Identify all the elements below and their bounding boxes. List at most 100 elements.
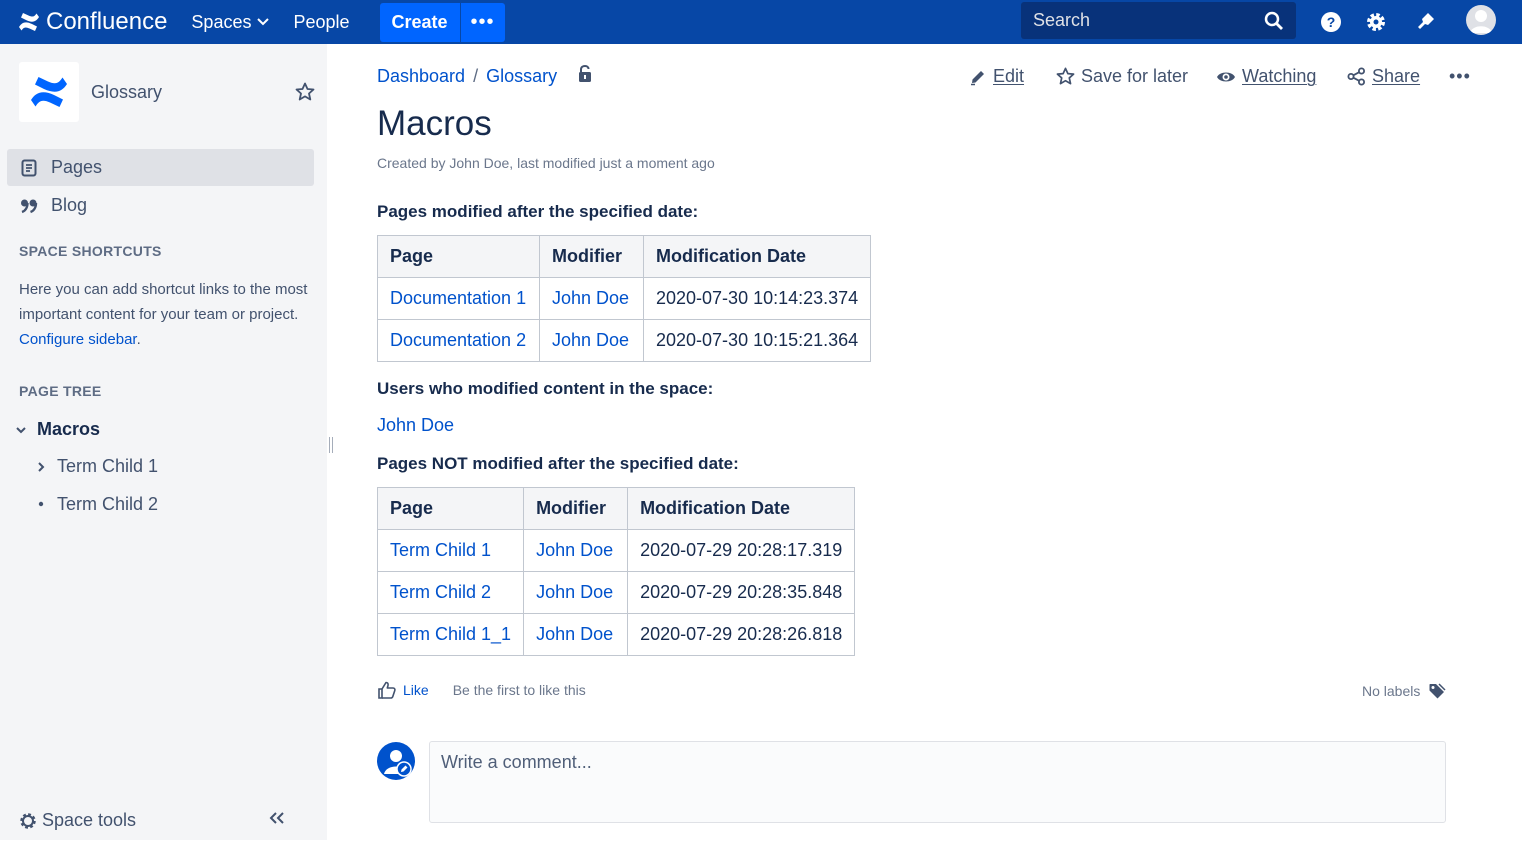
- page-tree-item-term-child-1[interactable]: Term Child 1: [36, 456, 158, 477]
- breadcrumb-glossary[interactable]: Glossary: [486, 66, 557, 87]
- star-outline-icon: [1056, 67, 1075, 85]
- double-chevron-left-icon: [269, 812, 284, 824]
- star-icon[interactable]: [295, 82, 315, 102]
- column-header-modifier: Modifier: [539, 235, 644, 278]
- watching-label: Watching: [1242, 66, 1317, 86]
- sidebar-item-pages[interactable]: Pages: [7, 149, 314, 186]
- search-icon: [1264, 11, 1283, 30]
- confluence-logo-icon: [19, 13, 39, 31]
- page-link[interactable]: Documentation 1: [390, 288, 526, 308]
- create-more-button[interactable]: •••: [459, 2, 505, 42]
- space-name[interactable]: Glossary: [91, 82, 295, 103]
- page-tree-item-term-child-2[interactable]: Term Child 2: [36, 494, 158, 515]
- create-button[interactable]: Create: [379, 2, 460, 42]
- thumbs-up-icon[interactable]: [377, 680, 397, 700]
- table-row: Term Child 1_1 John Doe 2020-07-29 20:28…: [376, 613, 856, 656]
- help-icon[interactable]: ?: [1319, 10, 1343, 34]
- people-link-label: People: [293, 11, 350, 32]
- modified-pages-table: Page Modifier Modification Date Document…: [377, 235, 872, 362]
- labels-area: No labels: [1362, 682, 1446, 700]
- page-link[interactable]: Term Child 2: [390, 582, 491, 602]
- chevron-down-icon: [257, 18, 270, 26]
- gear-icon: [20, 812, 36, 829]
- search-input[interactable]: Search: [1021, 2, 1296, 39]
- table-cell-page: Term Child 2: [376, 571, 525, 614]
- settings-icon[interactable]: [1364, 10, 1388, 34]
- search-placeholder: Search: [1033, 10, 1091, 30]
- not-modified-pages-table: Page Modifier Modification Date Term Chi…: [376, 487, 856, 656]
- user-link[interactable]: John Doe: [536, 624, 613, 644]
- page-link[interactable]: Term Child 1_1: [390, 624, 511, 644]
- chevron-right-icon[interactable]: [36, 461, 46, 473]
- share-icon: [1347, 67, 1365, 86]
- like-link[interactable]: Like: [403, 682, 429, 698]
- user-link[interactable]: John Doe: [536, 582, 613, 602]
- like-row: Like Be the first to like this: [377, 680, 586, 700]
- table-cell-modifier: John Doe: [523, 529, 629, 572]
- page-link[interactable]: Term Child 1: [390, 540, 491, 560]
- user-link[interactable]: John Doe: [536, 540, 613, 560]
- space-tools-label: Space tools: [42, 810, 137, 830]
- space-logo[interactable]: [19, 62, 79, 122]
- user-link[interactable]: John Doe: [552, 288, 629, 308]
- table-row: Documentation 2 John Doe 2020-07-30 10:1…: [377, 319, 872, 362]
- page-link[interactable]: Documentation 2: [390, 330, 526, 350]
- page-tree-item-macros[interactable]: Macros: [15, 419, 100, 440]
- sidebar-item-label: Pages: [51, 157, 103, 177]
- sidebar-resize-handle[interactable]: [329, 437, 333, 453]
- column-header-page: Page: [376, 487, 525, 530]
- create-more-label: •••: [470, 10, 495, 33]
- table-cell-modifier: John Doe: [523, 571, 629, 614]
- column-header-modification-date: Modification Date: [627, 487, 856, 530]
- confluence-logo-link[interactable]: Confluence: [18, 8, 167, 36]
- unlock-icon[interactable]: [577, 64, 593, 83]
- spaces-menu[interactable]: Spaces: [191, 11, 270, 33]
- comment-placeholder: Write a comment...: [441, 752, 592, 772]
- tree-item-label: Term Child 2: [57, 494, 159, 514]
- comment-input[interactable]: Write a comment...: [429, 741, 1446, 823]
- section-heading-not-modified: Pages NOT modified after the specified d…: [377, 454, 739, 473]
- tag-icon[interactable]: [1428, 682, 1446, 700]
- table-cell-page: Documentation 1: [377, 277, 540, 320]
- table-row: Term Child 2 John Doe 2020-07-29 20:28:3…: [376, 571, 856, 614]
- configure-sidebar-link[interactable]: Configure sidebar: [19, 331, 137, 348]
- user-link[interactable]: John Doe: [552, 330, 629, 350]
- tree-item-label: Macros: [37, 419, 101, 439]
- space-shortcuts-heading: SPACE SHORTCUTS: [19, 243, 162, 259]
- page-tree-heading: PAGE TREE: [19, 383, 102, 399]
- space-sidebar: Glossary Pages Blog SPACE SHORTCUTS Here…: [0, 44, 327, 840]
- table-cell-page: Term Child 1: [376, 529, 525, 572]
- spaces-menu-label: Spaces: [191, 11, 252, 32]
- no-labels-text: No labels: [1362, 683, 1421, 699]
- commenter-avatar: [377, 742, 415, 780]
- modifier-user-link[interactable]: John Doe: [377, 415, 454, 436]
- notifications-icon[interactable]: [1413, 10, 1437, 34]
- confluence-space-icon: [31, 77, 67, 107]
- page-byline: Created by John Doe, last modified just …: [377, 155, 715, 171]
- top-navigation-bar: Confluence Spaces People Create ••• Sear…: [0, 0, 1522, 44]
- share-button[interactable]: Share: [1347, 66, 1420, 87]
- chevron-down-icon[interactable]: [15, 425, 27, 435]
- table-row: Term Child 1 John Doe 2020-07-29 20:28:1…: [376, 529, 856, 572]
- space-header: Glossary: [19, 62, 319, 122]
- table-cell-page: Term Child 1_1: [376, 613, 525, 656]
- watching-button[interactable]: Watching: [1216, 66, 1316, 87]
- sidebar-item-blog[interactable]: Blog: [7, 187, 314, 224]
- table-cell-date: 2020-07-30 10:15:21.364: [642, 319, 872, 362]
- breadcrumb-dashboard[interactable]: Dashboard: [377, 66, 465, 87]
- space-tools-button[interactable]: Space tools: [19, 810, 136, 831]
- bottom-strip: [0, 840, 1522, 868]
- user-avatar-icon[interactable]: [1466, 5, 1496, 35]
- people-link[interactable]: People: [293, 12, 349, 33]
- save-for-later-button[interactable]: Save for later: [1056, 66, 1188, 87]
- table-cell-date: 2020-07-29 20:28:35.848: [627, 571, 856, 614]
- more-actions-button[interactable]: •••: [1449, 66, 1471, 87]
- collapse-sidebar-button[interactable]: [268, 811, 286, 830]
- pages-icon: [21, 159, 37, 176]
- eye-icon: [1217, 72, 1235, 81]
- breadcrumb: Dashboard / Glossary: [377, 64, 593, 87]
- tree-item-label: Term Child 1: [57, 456, 159, 476]
- sidebar-item-label: Blog: [51, 195, 88, 215]
- bullet-icon: [38, 501, 44, 506]
- edit-button[interactable]: Edit: [969, 66, 1024, 87]
